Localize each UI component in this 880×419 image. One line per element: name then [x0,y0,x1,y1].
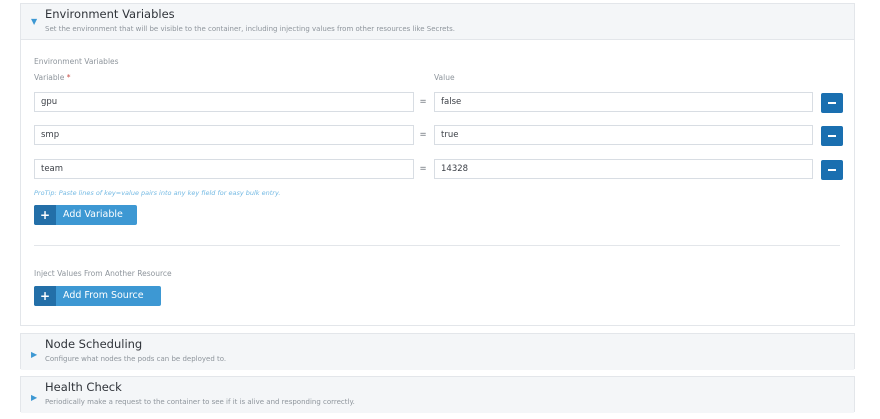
environment-variables-description: Set the environment that will be visible… [45,25,456,33]
variable-column-header: Variable * [34,73,71,82]
protip-text: ProTip: Paste lines of key=value pairs i… [34,189,281,197]
plus-icon: + [34,286,56,306]
minus-icon [828,135,836,137]
env-value-input[interactable]: false [434,92,813,112]
required-mark: * [66,73,71,82]
equals-sign: = [419,130,427,140]
value-column-header: Value [434,73,455,82]
node-scheduling-header[interactable]: ▶ Node Scheduling Configure what nodes t… [21,334,854,370]
add-variable-label: Add Variable [63,209,123,220]
health-check-title: Health Check [45,380,122,394]
node-scheduling-description: Configure what nodes the pods can be dep… [45,355,227,363]
minus-icon [828,102,836,104]
caret-right-icon[interactable]: ▶ [31,351,37,359]
variable-column-label: Variable [34,73,65,82]
equals-sign: = [419,164,427,174]
environment-variables-title: Environment Variables [45,7,175,21]
remove-variable-button[interactable] [821,93,843,113]
node-scheduling-title: Node Scheduling [45,337,143,351]
environment-variables-header[interactable]: ▼ Environment Variables Set the environm… [21,4,854,40]
env-key-input[interactable]: team [34,159,414,179]
remove-variable-button[interactable] [821,160,843,180]
node-scheduling-panel[interactable]: ▶ Node Scheduling Configure what nodes t… [20,333,855,370]
add-variable-button[interactable]: + Add Variable [34,205,137,225]
env-key-input[interactable]: gpu [34,92,414,112]
inject-values-label: Inject Values From Another Resource [34,269,172,278]
add-from-source-button[interactable]: + Add From Source [34,286,161,306]
env-value-input[interactable]: true [434,125,813,145]
plus-icon: + [34,205,56,225]
env-value-input[interactable]: 14328 [434,159,813,179]
section-divider [34,245,840,246]
caret-down-icon[interactable]: ▼ [31,18,37,26]
env-key-input[interactable]: smp [34,125,414,145]
add-from-source-label: Add From Source [63,290,144,301]
remove-variable-button[interactable] [821,126,843,146]
health-check-description: Periodically make a request to the conta… [45,398,355,406]
caret-right-icon[interactable]: ▶ [31,394,37,402]
health-check-panel[interactable]: ▶ Health Check Periodically make a reque… [20,376,855,413]
health-check-header[interactable]: ▶ Health Check Periodically make a reque… [21,377,854,413]
minus-icon [828,169,836,171]
env-section-label: Environment Variables [34,57,119,66]
equals-sign: = [419,97,427,107]
